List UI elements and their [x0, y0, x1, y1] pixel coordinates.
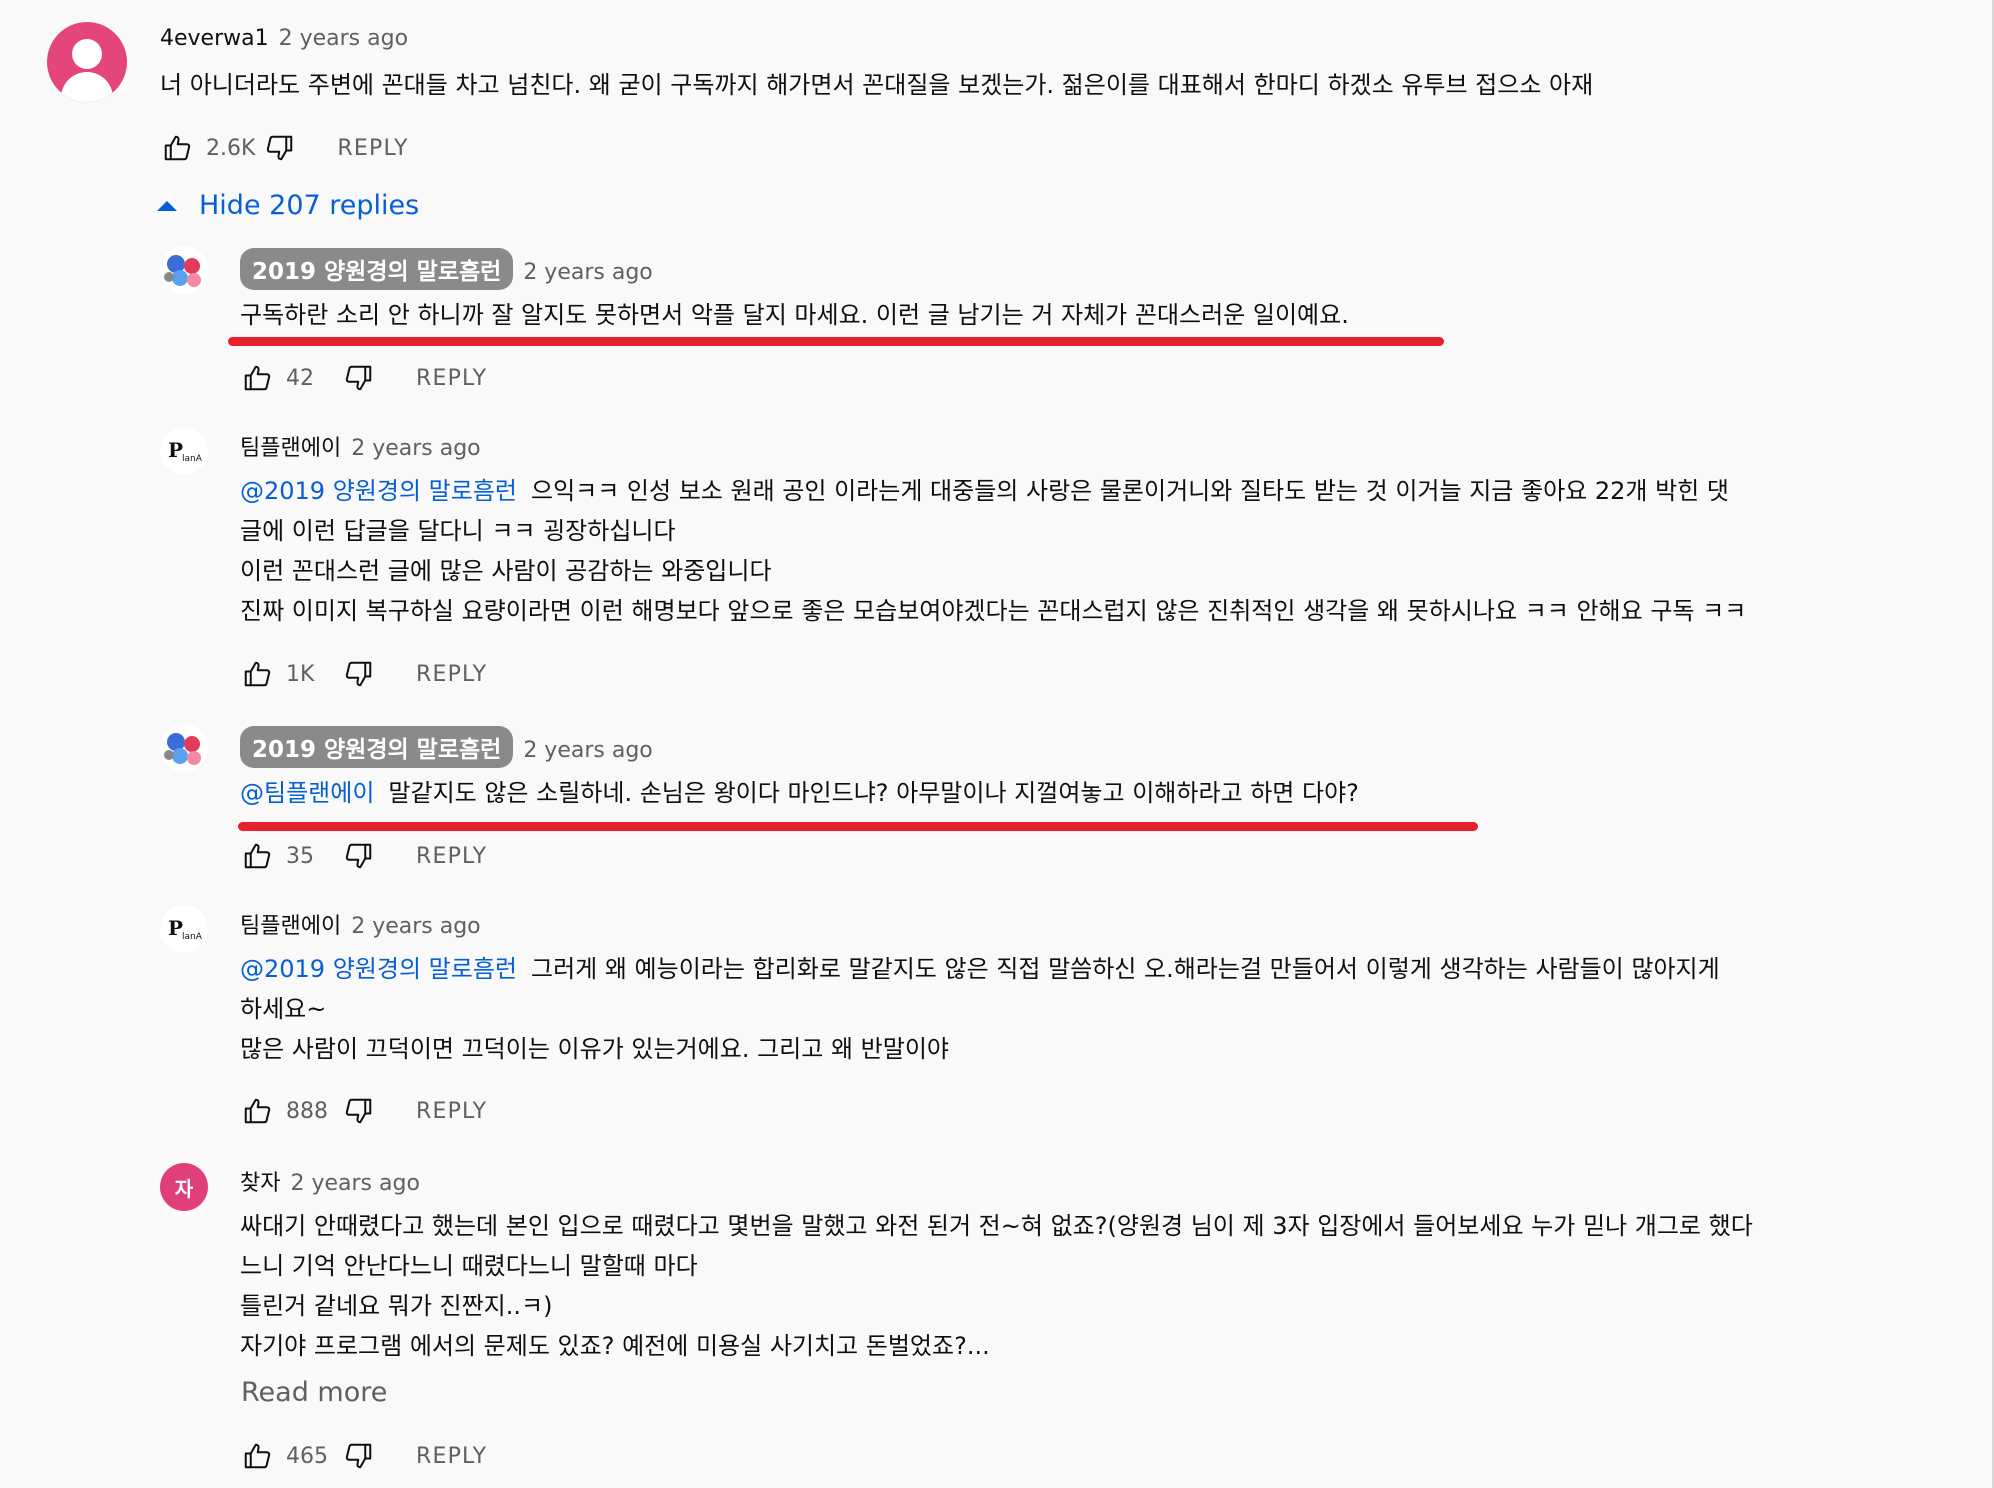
- comment-text: 너 아니더라도 주변에 꼰대들 차고 넘친다. 왜 굳이 구독까지 해가면서 꼰…: [160, 65, 1593, 105]
- like-count: 465: [286, 1443, 328, 1469]
- reply-text-line: 이런 꼰대스런 글에 많은 사람이 공감하는 와중입니다: [240, 557, 772, 585]
- reply-button[interactable]: REPLY: [416, 1444, 487, 1469]
- reply-author[interactable]: 찾자: [240, 1165, 280, 1197]
- like-count: 888: [286, 1098, 328, 1124]
- caret-up-icon: [157, 200, 177, 211]
- like-count: 35: [286, 843, 314, 869]
- reply-time[interactable]: 2 years ago: [523, 260, 652, 285]
- mention-link[interactable]: @팀플랜에이: [240, 779, 374, 807]
- avatar[interactable]: [160, 246, 208, 294]
- reply-button[interactable]: REPLY: [416, 366, 487, 391]
- reply-text-line: 하세요~: [240, 995, 327, 1023]
- reply-text-line: 구독하란 소리 안 하니까 잘 알지도 못하면서 악플 달지 마세요. 이런 글…: [240, 301, 1349, 329]
- mascot-avatar-icon: [164, 255, 201, 287]
- comment-text-line: 너 아니더라도 주변에 꼰대들 차고 넘친다. 왜 굳이 구독까지 해가면서 꼰…: [160, 71, 1594, 99]
- avatar[interactable]: 자: [160, 1163, 208, 1211]
- comment-time[interactable]: 2 years ago: [279, 26, 408, 51]
- reply-time[interactable]: 2 years ago: [351, 914, 480, 939]
- reply-author[interactable]: 팀플랜에이: [240, 908, 341, 940]
- dislike-icon[interactable]: [342, 1094, 376, 1128]
- reply-actions: 465 REPLY: [240, 1438, 487, 1474]
- read-more-link[interactable]: Read more: [241, 1377, 387, 1408]
- reply-actions: 42 REPLY: [240, 360, 487, 396]
- dislike-icon[interactable]: [263, 131, 297, 165]
- mention-link[interactable]: @2019 양원경의 말로흠런: [240, 955, 517, 983]
- reply-author-badge[interactable]: 2019 양원경의 말로흠런: [240, 726, 514, 768]
- avatar[interactable]: P lanA: [160, 905, 208, 953]
- reply-actions: 888 REPLY: [240, 1093, 487, 1129]
- like-count: 2.6K: [206, 135, 256, 161]
- reply-author[interactable]: 팀플랜에이: [240, 430, 341, 462]
- reply-text-line: 느니 기억 안난다느니 때렸다느니 말할때 마다: [240, 1252, 698, 1280]
- dislike-icon[interactable]: [342, 1439, 376, 1473]
- reply-button[interactable]: REPLY: [416, 662, 487, 687]
- reply-text: @2019 양원경의 말로흠런 그러게 왜 예능이라는 합리화로 말같지도 않은 …: [240, 949, 1720, 1069]
- reply-text: @2019 양원경의 말로흠런 으익ㅋㅋ 인성 보소 원래 공인 이라는게 대중들…: [240, 471, 1746, 631]
- dislike-icon[interactable]: [342, 361, 376, 395]
- reply-actions: 1K REPLY: [240, 656, 487, 692]
- like-icon[interactable]: [240, 1439, 274, 1473]
- reply-text-line: 틀린거 같네요 뭐가 진짠지..ㅋ): [240, 1292, 553, 1320]
- like-count: 42: [286, 365, 314, 391]
- reply-text-line: 많은 사람이 끄덕이면 끄덕이는 이유가 있는거에요. 그리고 왜 반말이야: [240, 1035, 949, 1063]
- like-icon[interactable]: [240, 361, 274, 395]
- reply-text-line: 글에 이런 답글을 달다니 ㅋㅋ 굉장하십니다: [240, 517, 676, 545]
- avatar-body: [61, 72, 113, 102]
- like-icon[interactable]: [240, 839, 274, 873]
- mascot-avatar-icon: [164, 733, 201, 765]
- dislike-icon[interactable]: [342, 657, 376, 691]
- comment-author[interactable]: 4everwa1: [160, 26, 269, 51]
- reply-header: 팀플랜에이 2 years ago: [240, 430, 481, 462]
- svg-text:P: P: [168, 916, 183, 940]
- reply-time[interactable]: 2 years ago: [290, 1171, 419, 1196]
- reply-text-line: @팀플랜에이 말같지도 않은 소릴하네. 손님은 왕이다 마인드냐? 아무말이나 …: [240, 779, 1359, 807]
- reply-text: 싸대기 안때렸다고 했는데 본인 입으로 때렸다고 몇번을 말했고 와전 된거 …: [240, 1206, 1753, 1366]
- hide-replies-label: Hide 207 replies: [199, 190, 420, 221]
- mention-link[interactable]: @2019 양원경의 말로흠런: [240, 477, 517, 505]
- hide-replies-button[interactable]: Hide 207 replies: [157, 190, 419, 221]
- like-icon[interactable]: [240, 657, 274, 691]
- comment-actions: 2.6K REPLY: [160, 130, 409, 166]
- like-icon[interactable]: [160, 131, 194, 165]
- avatar[interactable]: [160, 724, 208, 772]
- reply-text-line: @2019 양원경의 말로흠런 그러게 왜 예능이라는 합리화로 말같지도 않은 …: [240, 955, 1720, 983]
- like-count: 1K: [286, 661, 315, 687]
- like-icon[interactable]: [240, 1094, 274, 1128]
- avatar-letter: 자: [174, 1176, 194, 1201]
- reply-text-line: 자기야 프로그램 에서의 문제도 있죠? 예전에 미용실 사기치고 돈벌었죠?.…: [240, 1332, 990, 1360]
- svg-text:lanA: lanA: [182, 454, 203, 464]
- plan-a-logo-icon: P lanA: [168, 438, 203, 464]
- avatar[interactable]: [47, 22, 127, 102]
- reply-button[interactable]: REPLY: [416, 844, 487, 869]
- reply-time[interactable]: 2 years ago: [523, 738, 652, 763]
- reply-text-line: 진짜 이미지 복구하실 요량이라면 이런 해명보다 앞으로 좋은 모습보여야겠다…: [240, 597, 1747, 625]
- reply-button[interactable]: REPLY: [337, 136, 408, 161]
- reply-text: 구독하란 소리 안 하니까 잘 알지도 못하면서 악플 달지 마세요. 이런 글…: [240, 295, 1349, 335]
- avatar-head: [72, 39, 102, 69]
- plan-a-logo-icon: P lanA: [168, 916, 203, 942]
- dislike-icon[interactable]: [342, 839, 376, 873]
- reply-header: 2019 양원경의 말로흠런 2 years ago: [240, 248, 653, 290]
- svg-text:lanA: lanA: [182, 932, 203, 942]
- reply-header: 팀플랜에이 2 years ago: [240, 908, 481, 940]
- comment-header: 4everwa1 2 years ago: [160, 26, 408, 51]
- reply-text-line: 싸대기 안때렸다고 했는데 본인 입으로 때렸다고 몇번을 말했고 와전 된거 …: [240, 1212, 1753, 1240]
- reply-actions: 35 REPLY: [240, 838, 487, 874]
- comments-panel: 4everwa1 2 years ago 너 아니더라도 주변에 꼰대들 차고 …: [0, 0, 1994, 1488]
- reply-header: 찾자 2 years ago: [240, 1165, 420, 1197]
- reply-button[interactable]: REPLY: [416, 1099, 487, 1124]
- annotation-underline: [238, 822, 1478, 831]
- annotation-underline: [228, 337, 1444, 346]
- reply-author-badge[interactable]: 2019 양원경의 말로흠런: [240, 248, 514, 290]
- reply-text: @팀플랜에이 말같지도 않은 소릴하네. 손님은 왕이다 마인드냐? 아무말이나 …: [240, 773, 1359, 813]
- reply-text-line: @2019 양원경의 말로흠런 으익ㅋㅋ 인성 보소 원래 공인 이라는게 대중들…: [240, 477, 1729, 505]
- avatar[interactable]: P lanA: [160, 427, 208, 475]
- reply-header: 2019 양원경의 말로흠런 2 years ago: [240, 726, 653, 768]
- svg-text:P: P: [168, 438, 183, 462]
- reply-time[interactable]: 2 years ago: [351, 436, 480, 461]
